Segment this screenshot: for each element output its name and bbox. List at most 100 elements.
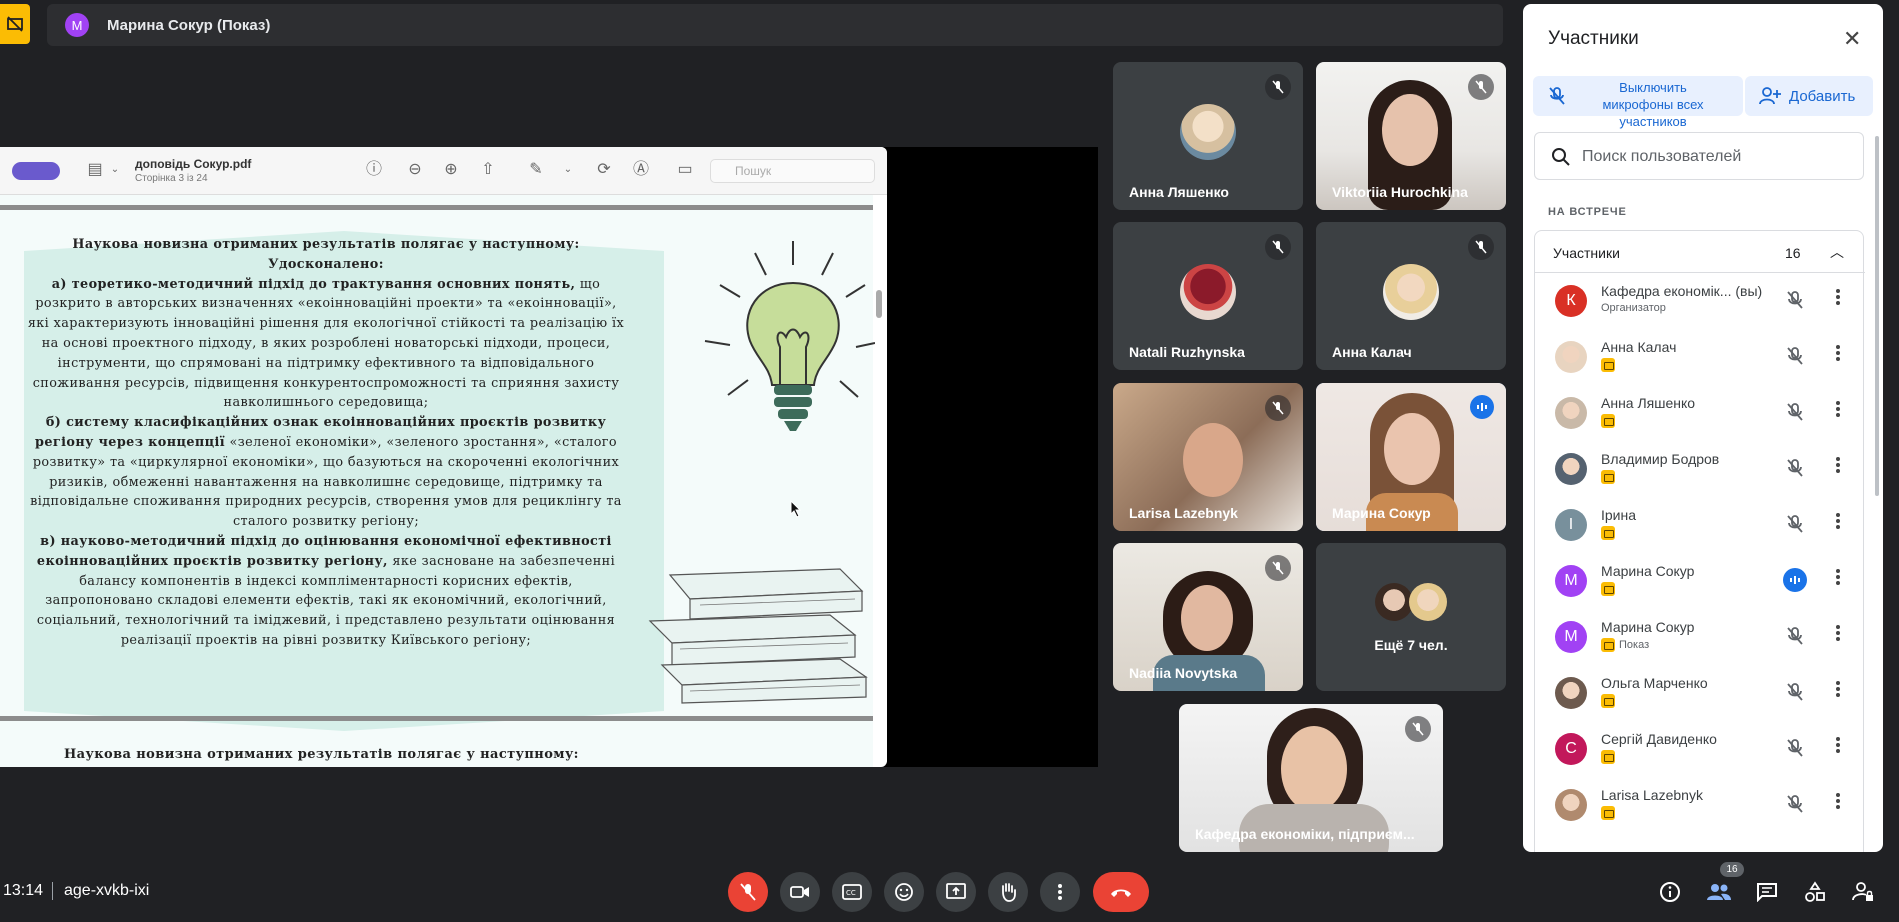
markup-pen-icon[interactable]: ✎ [525,159,547,181]
participant-row[interactable]: M Марина Сокур [1535,555,1865,611]
participant-row[interactable]: К Кафедра економік... (вы) Организатор [1535,275,1865,331]
participant-sub [1601,470,1619,484]
participant-sub: Организатор [1601,302,1666,314]
more-options-button[interactable] [1040,872,1080,912]
form-icon[interactable]: ▭ [674,159,696,181]
mic-off-icon[interactable] [1784,737,1806,759]
video-tile[interactable]: Viktoriia Hurochkina [1316,62,1506,210]
pdf-scrollbar[interactable] [876,290,882,318]
rotate-icon[interactable]: ⟳ [593,159,615,181]
mic-toggle-button[interactable] [728,872,768,912]
close-icon[interactable]: ✕ [1843,26,1861,52]
meeting-info-button[interactable] [1656,878,1684,906]
video-tile[interactable]: Анна Ляшенко [1113,62,1303,210]
books-illustration [648,568,868,704]
svg-text:CC: CC [846,889,856,897]
share-icon[interactable]: ⇧ [477,159,499,181]
tile-name: Анна Ляшенко [1129,184,1229,200]
more-vert-icon[interactable] [1833,679,1843,699]
presenter-avatar: M [65,13,89,37]
leave-call-button[interactable] [1093,872,1149,912]
mic-off-icon[interactable] [1784,345,1806,367]
lightbulb-illustration [704,241,875,431]
participant-row[interactable]: Владимир Бодров [1535,443,1865,499]
participant-name: Ольга Марченко [1601,675,1708,691]
participant-search-input[interactable]: Поиск пользователей [1534,132,1864,180]
zoom-out-icon[interactable]: ⊖ [404,159,426,181]
item-a-title: а) теоретико-методичний підхід до тракту… [51,276,576,292]
participant-row[interactable]: Ольга Марченко [1535,667,1865,723]
participant-row[interactable]: І Ірина [1535,499,1865,555]
more-vert-icon[interactable] [1833,791,1843,811]
page-divider [0,716,873,721]
participant-row[interactable]: С Сергій Давиденко [1535,723,1865,779]
chevron-down-icon[interactable]: ⌄ [104,159,126,181]
mic-off-icon[interactable] [1784,793,1806,815]
present-button[interactable] [936,872,976,912]
people-count-badge: 16 [1720,862,1744,877]
more-vert-icon[interactable] [1833,287,1843,307]
more-vert-icon[interactable] [1833,511,1843,531]
participant-row[interactable]: Larisa Lazebnyk [1535,779,1865,835]
pdf-search-input[interactable]: Пошук [710,159,875,183]
video-tile-active-speaker[interactable]: Марина Сокур [1316,383,1506,531]
participants-group-header[interactable]: Участники 16 ︿ [1535,231,1865,273]
participant-name: Владимир Бодров [1601,451,1720,467]
video-tile[interactable]: Natali Ruzhynska [1113,222,1303,370]
zoom-in-icon[interactable]: ⊕ [440,159,462,181]
cohost-badge-icon [1601,694,1615,708]
participant-avatar [1555,397,1587,429]
video-tile[interactable]: Nadiia Novytska [1113,543,1303,691]
people-button[interactable] [1705,878,1733,906]
camera-toggle-button[interactable] [780,872,820,912]
video-tile[interactable]: Larisa Lazebnyk [1113,383,1303,531]
participant-avatar [1555,341,1587,373]
participant-row[interactable]: M Марина Сокур Показ [1535,611,1865,667]
more-vert-icon[interactable] [1833,623,1843,643]
info-icon[interactable]: ⓘ [363,159,385,181]
participant-face [1281,726,1347,812]
host-controls-button[interactable] [1849,878,1877,906]
participant-row[interactable]: Анна Ляшенко [1535,387,1865,443]
participant-name: Марина Сокур [1601,563,1695,579]
chevron-up-icon[interactable]: ︿ [1830,242,1844,262]
panel-scrollbar[interactable] [1875,136,1879,496]
participant-row[interactable]: Анна Калач [1535,331,1865,387]
chevron-down-icon[interactable]: ⌄ [557,159,579,181]
sidebar-icon[interactable]: ▤ [84,159,106,181]
mic-off-icon [1265,555,1291,581]
reactions-button[interactable] [884,872,924,912]
mic-off-icon[interactable] [1784,401,1806,423]
participant-avatar [1180,264,1236,320]
presentation-badge[interactable] [0,4,30,44]
more-vert-icon[interactable] [1833,567,1843,587]
add-people-button[interactable]: Добавить [1745,76,1873,116]
more-vert-icon[interactable] [1833,399,1843,419]
mic-off-icon[interactable] [1784,289,1806,311]
chat-icon [1757,883,1777,902]
mic-off-icon[interactable] [1784,457,1806,479]
chat-button[interactable] [1753,878,1781,906]
captions-button[interactable]: CC [832,872,872,912]
presenter-bar: M Марина Сокур (Показ) [47,4,1503,46]
audio-off-icon[interactable] [1784,625,1806,647]
more-participants-tile[interactable]: Ещё 7 чел. [1316,543,1506,691]
tile-name: Nadiia Novytska [1129,665,1238,681]
mic-off-icon[interactable] [1784,513,1806,535]
info-icon [1660,882,1680,902]
more-vert-icon[interactable] [1833,343,1843,363]
raise-hand-button[interactable] [988,872,1028,912]
video-tile[interactable]: Анна Калач [1316,222,1506,370]
participant-sub [1601,750,1619,764]
mic-off-icon [1265,395,1291,421]
self-view-tile[interactable]: Кафедра економіки, підприєм... [1179,704,1443,852]
more-vert-icon[interactable] [1833,455,1843,475]
mic-off-icon[interactable] [1784,681,1806,703]
participant-avatar: К [1555,285,1587,317]
annotate-icon[interactable]: Ⓐ [630,159,652,181]
pdf-page: Наукова новизна отриманих результатів по… [0,195,882,767]
activities-button[interactable] [1801,878,1829,906]
app-switch-button[interactable] [12,162,60,180]
more-vert-icon[interactable] [1833,735,1843,755]
mute-all-button[interactable]: Выключить микрофоны всех участников [1533,76,1743,129]
